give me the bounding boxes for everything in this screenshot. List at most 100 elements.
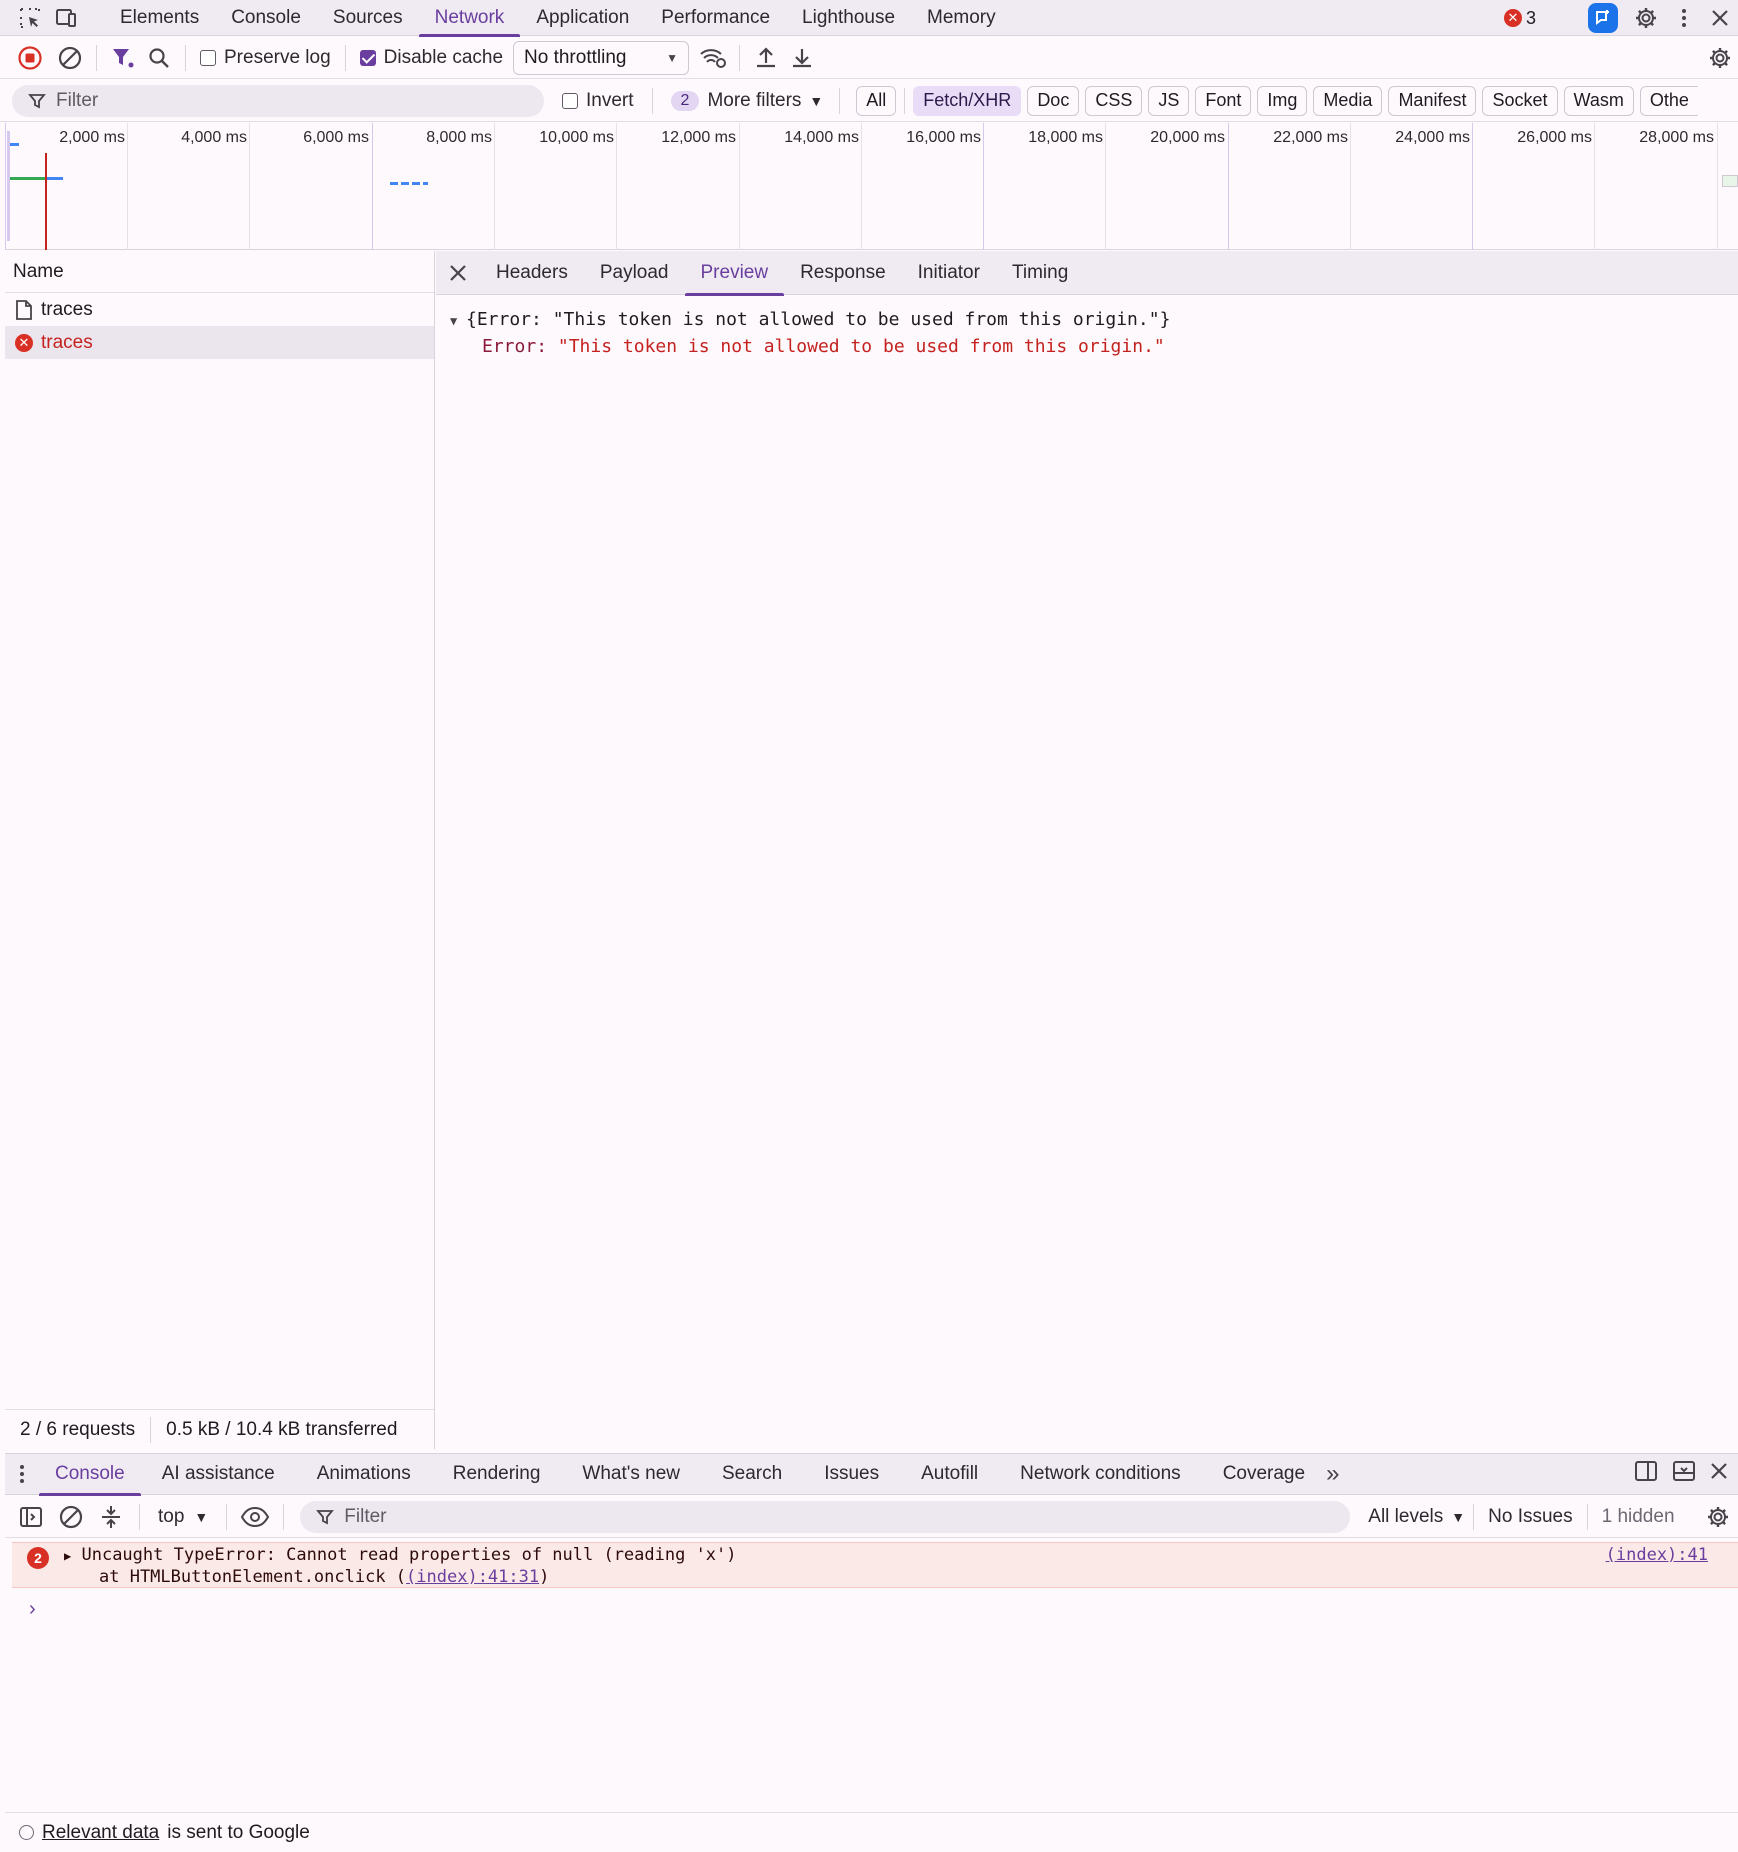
drawer-tab-console[interactable]: Console <box>39 1453 141 1496</box>
tab-sources[interactable]: Sources <box>317 0 419 36</box>
filter-chip-wasm[interactable]: Wasm <box>1563 85 1634 116</box>
preserve-log-check[interactable] <box>200 49 216 66</box>
drawer-tab-animations[interactable]: Animations <box>296 1453 432 1495</box>
drawer-tab-whats-new[interactable]: What's new <box>561 1453 701 1495</box>
drawer-menu-icon[interactable] <box>5 1453 39 1495</box>
preview-value: "This token is not allowed to be used fr… <box>557 336 1165 357</box>
invert-checkbox[interactable]: Invert <box>562 90 634 112</box>
tab-preview[interactable]: Preview <box>684 251 785 296</box>
network-filter-input[interactable]: Filter <box>12 84 544 117</box>
name-column-header[interactable]: Name <box>5 251 434 293</box>
log-levels-dropdown[interactable]: All levels ▼ <box>1368 1506 1465 1528</box>
ai-assistant-icon[interactable] <box>1588 3 1618 33</box>
timeline-tick-label: 8,000 ms <box>426 129 492 146</box>
tab-response[interactable]: Response <box>784 251 902 295</box>
filter-funnel-icon[interactable] <box>105 40 141 76</box>
expand-triangle-icon[interactable]: ▼ <box>450 309 466 334</box>
request-row-selected[interactable]: ✕ traces <box>5 326 434 359</box>
more-filters-button[interactable]: 2 More filters ▼ <box>670 90 823 112</box>
tab-application[interactable]: Application <box>520 0 645 36</box>
close-details-icon[interactable] <box>436 251 480 295</box>
issues-counter[interactable]: No Issues <box>1482 1506 1578 1528</box>
filter-chip-media[interactable]: Media <box>1313 85 1383 116</box>
drawer-tab-coverage[interactable]: Coverage <box>1202 1453 1326 1495</box>
disable-cache-check[interactable] <box>359 49 376 66</box>
filter-chip-font[interactable]: Font <box>1195 85 1252 116</box>
tab-memory[interactable]: Memory <box>911 0 1012 36</box>
error-counter[interactable]: ✕ 3 <box>1503 8 1536 29</box>
filter-chip-js[interactable]: JS <box>1148 85 1190 116</box>
filter-chip-other[interactable]: Othe <box>1639 85 1698 116</box>
clear-console-icon[interactable] <box>51 1497 91 1537</box>
overview-range-handle[interactable] <box>7 131 10 241</box>
drawer-tab-autofill[interactable]: Autofill <box>900 1453 999 1495</box>
timeline-tick-label: 16,000 ms <box>906 129 981 146</box>
filter-chip-all[interactable]: All <box>856 85 897 116</box>
tab-performance[interactable]: Performance <box>645 0 786 36</box>
tab-headers[interactable]: Headers <box>480 251 584 295</box>
drawer-tab-rendering[interactable]: Rendering <box>432 1453 562 1495</box>
invert-check[interactable] <box>562 92 578 109</box>
tab-timing[interactable]: Timing <box>996 251 1084 295</box>
close-devtools-icon[interactable] <box>1708 4 1732 32</box>
relevant-data-link[interactable]: Relevant data <box>42 1822 159 1844</box>
console-sidebar-icon[interactable] <box>11 1497 51 1537</box>
collapse-groups-icon[interactable] <box>91 1497 131 1537</box>
toolbar-divider <box>139 1503 140 1530</box>
preview-object-line[interactable]: ▼ {Error: "This token is not allowed to b… <box>450 307 1718 334</box>
drawer-tab-ai-assistance[interactable]: AI assistance <box>141 1453 296 1495</box>
filter-chip-img[interactable]: Img <box>1257 85 1308 116</box>
filter-chip-css[interactable]: CSS <box>1085 85 1143 116</box>
filter-chip-socket[interactable]: Socket <box>1482 85 1558 116</box>
export-har-icon[interactable] <box>784 40 820 76</box>
console-error-message[interactable]: 2 ▶ Uncaught TypeError: Cannot read prop… <box>12 1542 1738 1588</box>
import-har-icon[interactable] <box>748 40 784 76</box>
info-circle-icon <box>19 1825 34 1840</box>
filter-chip-fetch-xhr[interactable]: Fetch/XHR <box>913 85 1022 116</box>
more-tabs-chevron-icon[interactable]: » <box>1326 1460 1339 1488</box>
request-row[interactable]: traces <box>5 293 434 326</box>
stack-frame-link[interactable]: (index):41:31 <box>406 1567 539 1587</box>
close-drawer-icon[interactable] <box>1710 1462 1728 1486</box>
expand-triangle-icon[interactable]: ▶ <box>64 1549 71 1563</box>
drawer-tab-issues[interactable]: Issues <box>803 1453 900 1495</box>
dock-side-icon[interactable] <box>1634 1459 1658 1489</box>
filter-chip-doc[interactable]: Doc <box>1027 85 1080 116</box>
network-conditions-icon[interactable] <box>695 40 731 76</box>
tab-lighthouse[interactable]: Lighthouse <box>786 0 911 36</box>
drawer-tab-search[interactable]: Search <box>701 1453 803 1495</box>
console-prompt[interactable]: › <box>5 1598 1738 1810</box>
tab-elements[interactable]: Elements <box>104 0 215 36</box>
tab-payload[interactable]: Payload <box>584 251 685 295</box>
tab-initiator[interactable]: Initiator <box>902 251 996 295</box>
overview-range-handle[interactable] <box>1722 175 1738 187</box>
console-filter-input[interactable]: Filter <box>300 1500 1351 1533</box>
network-overview-timeline[interactable]: 2,000 ms 4,000 ms 6,000 ms 8,000 ms 10,0… <box>5 123 1738 250</box>
clear-icon[interactable] <box>52 40 88 76</box>
error-source-link[interactable]: (index):41 <box>1606 1544 1708 1566</box>
preserve-log-checkbox[interactable]: Preserve log <box>200 47 331 69</box>
request-list-panel: Name traces ✕ traces 2 / 6 requests 0.5 … <box>5 251 435 1449</box>
device-toolbar-icon[interactable] <box>52 4 80 32</box>
drawer-tab-network-conditions[interactable]: Network conditions <box>999 1453 1202 1495</box>
context-selector[interactable]: top ▼ <box>148 1506 218 1528</box>
tab-console[interactable]: Console <box>215 0 317 36</box>
search-icon[interactable] <box>141 40 177 76</box>
network-settings-icon[interactable] <box>1702 40 1738 76</box>
more-options-icon[interactable] <box>1674 4 1694 32</box>
error-repeat-count: 2 <box>27 1547 49 1569</box>
overview-request-bar <box>390 182 428 185</box>
toolbar-divider <box>1473 1503 1475 1530</box>
timeline-tick-label: 12,000 ms <box>661 129 736 146</box>
stop-recording-icon[interactable] <box>12 40 48 76</box>
tab-network[interactable]: Network <box>418 0 521 37</box>
inspect-element-icon[interactable] <box>16 4 44 32</box>
console-settings-icon[interactable] <box>1698 1497 1738 1537</box>
filter-chip-manifest[interactable]: Manifest <box>1388 85 1477 116</box>
drawer-tab-bar: Console AI assistance Animations Renderi… <box>5 1453 1738 1496</box>
live-expression-eye-icon[interactable] <box>235 1497 275 1537</box>
settings-gear-icon[interactable] <box>1632 4 1660 32</box>
throttling-select[interactable]: No throttling ▼ <box>513 40 690 75</box>
dock-bottom-icon[interactable] <box>1672 1459 1696 1489</box>
disable-cache-checkbox[interactable]: Disable cache <box>359 47 503 69</box>
